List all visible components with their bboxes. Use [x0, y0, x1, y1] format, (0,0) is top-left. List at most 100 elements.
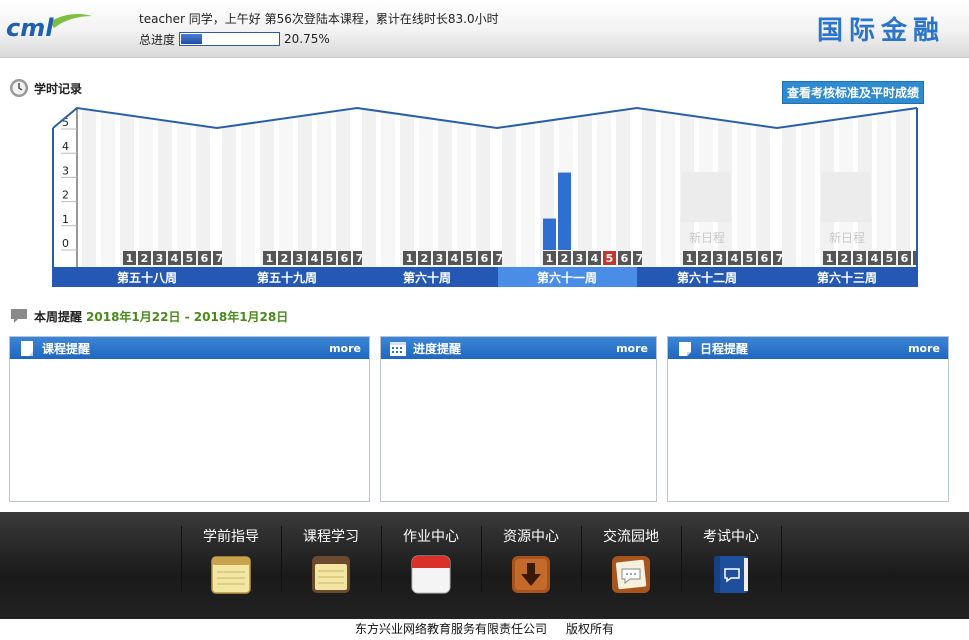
day-column: [177, 108, 191, 267]
day-number-label: 4: [591, 252, 599, 265]
day-number-label: 1: [126, 252, 134, 265]
new-schedule-label: 新日程: [829, 230, 865, 245]
notepad-icon: [211, 556, 251, 594]
header: cml teacher 同学，上午好 第56次登陆本课程，累计在线时长83.0小…: [0, 0, 969, 58]
week-label[interactable]: 第六十周: [403, 270, 451, 285]
week-label[interactable]: 第五十九周: [257, 270, 317, 285]
study-record-heading: 学时记录: [9, 78, 82, 98]
day-column: [400, 108, 414, 267]
nav-item-label: 考试中心: [703, 529, 759, 545]
new-schedule-placeholder: [821, 172, 871, 222]
day-number-label: 4: [171, 252, 179, 265]
day-number-label: 4: [451, 252, 459, 265]
nav-separator: [781, 526, 782, 592]
course-reminder-title: 课程提醒: [42, 341, 91, 356]
week-label[interactable]: 第六十二周: [677, 270, 737, 285]
week-date-range: 2018年1月22日 - 2018年1月28日: [86, 309, 289, 324]
day-number-label: 5: [886, 252, 894, 265]
day-number-label: 3: [436, 252, 444, 265]
day-column: [381, 108, 395, 267]
day-number-label: 6: [481, 252, 489, 265]
day-number-label: 2: [561, 252, 569, 265]
nav-item-course-study[interactable]: 课程学习: [281, 526, 381, 606]
nav-item-label: 课程学习: [303, 529, 359, 545]
rights-text: 版权所有: [566, 622, 615, 636]
day-number-label: 4: [731, 252, 739, 265]
day-column: [362, 108, 376, 267]
day-column: [578, 108, 592, 267]
notebook-icon: [312, 556, 350, 593]
day-number-label: 6: [341, 252, 349, 265]
day-column: [317, 108, 331, 267]
course-reminder-panel: 课程提醒 more: [9, 336, 370, 502]
progress-value: 20.75%: [284, 32, 330, 46]
course-reminder-more-link[interactable]: more: [329, 342, 361, 355]
progress-reminder-header: 进度提醒 more: [381, 337, 656, 359]
day-column: [502, 108, 516, 267]
week-label[interactable]: 第六十一周: [537, 270, 597, 285]
y-tick-label: 3: [62, 164, 69, 177]
study-hours-chart: 1 2 3 4 5 6 7 1 2 3 4 5 6 7 1 2 3 4 5 6 7 1 2 3 4 5 6 7 新日程 1 2 3 4 5 6 7 新日…: [51, 104, 921, 288]
schedule-reminder-more-link[interactable]: more: [908, 342, 940, 355]
day-number-label: 4: [311, 252, 319, 265]
day-number-label: 5: [186, 252, 194, 265]
company-name: 东方兴业网络教育服务有限责任公司: [354, 622, 547, 636]
schedule-reminder-panel: 日程提醒 more: [667, 336, 949, 502]
day-column: [457, 108, 471, 267]
svg-text:cml: cml: [6, 14, 54, 42]
progress-reminder-panel: 进度提醒 more: [380, 336, 657, 502]
view-standards-button[interactable]: 查看考核标准及平时成绩: [782, 81, 924, 104]
day-column: [336, 108, 350, 267]
copyright-footer: 东方兴业网络教育服务有限责任公司 版权所有: [0, 619, 969, 640]
nav-item-exam-center[interactable]: 考试中心: [681, 526, 781, 606]
day-number-label: 2: [841, 252, 849, 265]
nav-item-communication[interactable]: 交流园地: [581, 526, 681, 606]
day-column: [419, 108, 433, 267]
day-column: [616, 108, 630, 267]
day-column: [101, 108, 115, 267]
schedule-reminder-header: 日程提醒 more: [668, 337, 948, 359]
day-column: [120, 108, 134, 267]
day-column: [877, 108, 891, 267]
day-number-label: 1: [546, 252, 554, 265]
clock-icon: [10, 79, 28, 97]
nav-item-homework-center[interactable]: 作业中心: [381, 526, 481, 606]
day-number-label: 1: [686, 252, 694, 265]
day-column: [241, 108, 255, 267]
day-column: [737, 108, 751, 267]
y-tick-label: 0: [62, 237, 69, 250]
day-number-label: 6: [201, 252, 209, 265]
day-number-label: 6: [621, 252, 629, 265]
day-number-label: 3: [156, 252, 164, 265]
progress-bar-fill: [181, 34, 202, 44]
day-number-label: 5: [746, 252, 754, 265]
nav-item-pre-study-guide[interactable]: 学前指导: [181, 526, 281, 606]
week-label[interactable]: 第六十三周: [817, 270, 877, 285]
day-column: [222, 108, 236, 267]
weekly-reminder-title: 本周提醒: [34, 309, 83, 324]
y-tick-label: 4: [62, 140, 69, 153]
bottom-navigation: 学前指导 课程学习 作业中心 资源中心 交流园地 考试中心: [0, 512, 969, 619]
day-column: [260, 108, 274, 267]
schedule-reminder-title: 日程提醒: [700, 341, 749, 356]
day-number-label: 1: [266, 252, 274, 265]
progress-reminder-more-link[interactable]: more: [616, 342, 648, 355]
note-icon: [679, 341, 691, 356]
nav-item-resource-center[interactable]: 资源中心: [481, 526, 581, 606]
calendar-icon: [411, 555, 451, 594]
day-column: [756, 108, 770, 267]
study-hours-chart-svg: 1 2 3 4 5 6 7 1 2 3 4 5 6 7 1 2 3 4 5 6 7 1 2 3 4 5 6 7新日程1 2 3 4 5 6 7新日…: [52, 106, 918, 287]
day-column: [801, 108, 815, 267]
day-number-label: 3: [296, 252, 304, 265]
nav-item-label: 学前指导: [203, 529, 259, 545]
nav-item-label: 作业中心: [403, 529, 459, 545]
day-number-label: 4: [871, 252, 879, 265]
cml-logo: cml: [6, 14, 92, 42]
week-label[interactable]: 第五十八周: [117, 270, 177, 285]
greeting-text: teacher 同学，上午好 第56次登陆本课程，累计在线时长83.0小时: [139, 12, 499, 26]
day-number-label: 6: [901, 252, 909, 265]
day-number-label: 1: [406, 252, 414, 265]
day-number-label: 1: [826, 252, 834, 265]
book-icon: [714, 556, 748, 593]
course-title: 国际金融: [816, 16, 945, 46]
